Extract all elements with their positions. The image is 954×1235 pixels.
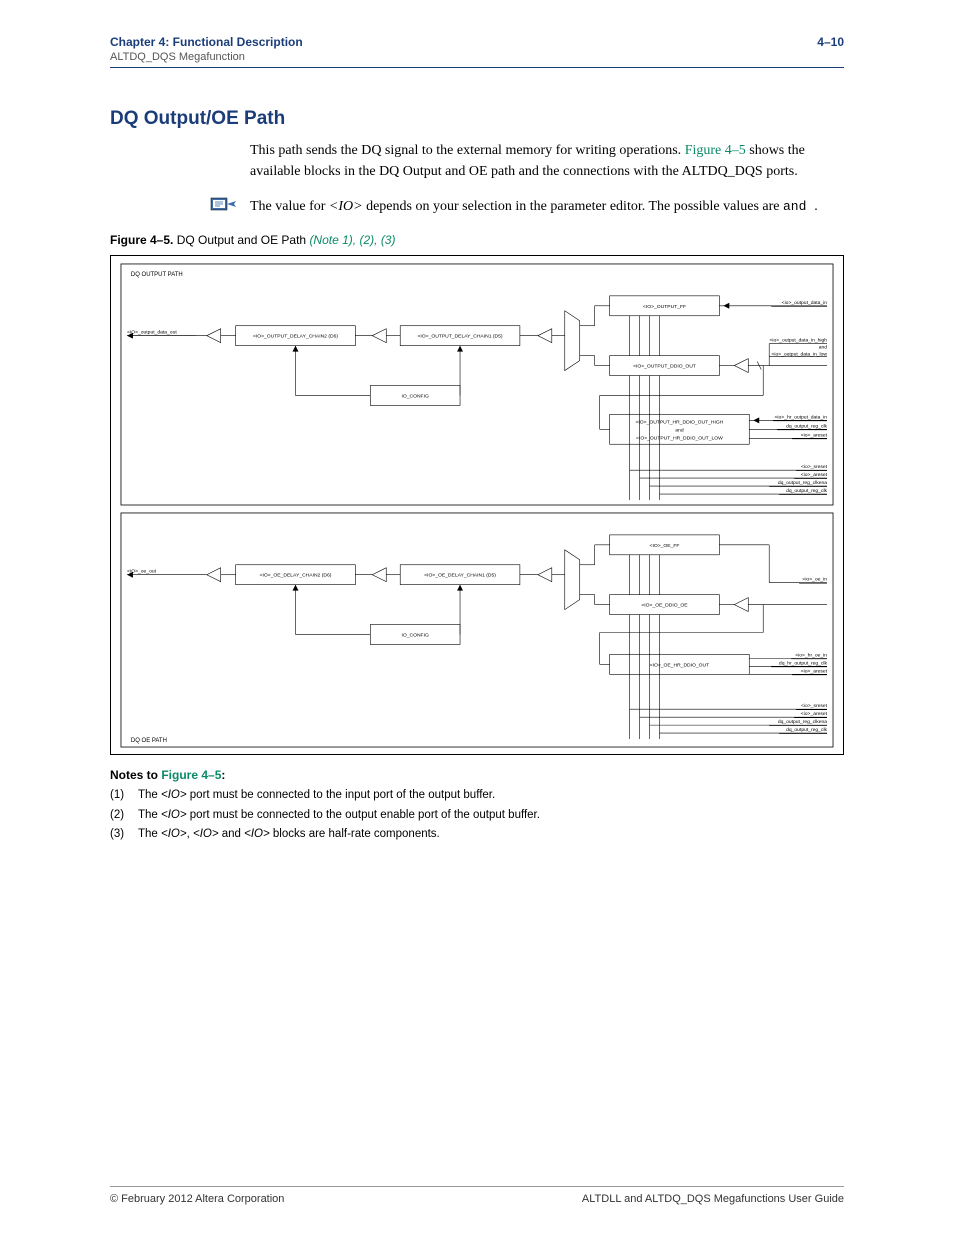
svg-text:<io>_output_data_in: <io>_output_data_in <box>782 300 828 306</box>
note-3: (3) The <IO>, <IO> and <IO> blocks are h… <box>110 825 844 845</box>
fig-num: Figure 4–5. <box>110 233 173 247</box>
page-number: 4–10 <box>817 35 844 63</box>
fig-title: DQ Output and OE Path <box>173 233 309 247</box>
svg-text:<IO>_OE_FF: <IO>_OE_FF <box>650 543 680 549</box>
page: Chapter 4: Functional Description ALTDQ_… <box>0 0 954 1235</box>
svg-text:and: and <box>819 345 828 351</box>
svg-text:dq_output_reg_clk: dq_output_reg_clk <box>786 727 827 733</box>
header-rule <box>110 67 844 68</box>
svg-text:<IO>_OUTPUT_HR_DDIO_OUT_HIGH: <IO>_OUTPUT_HR_DDIO_OUT_HIGH <box>636 419 724 425</box>
notes-heading: Notes to Figure 4–5: <box>110 768 844 782</box>
svg-text:<IO>_OE_DELAY_CHAIN1 (D5): <IO>_OE_DELAY_CHAIN1 (D5) <box>424 573 496 579</box>
svg-text:<io>_areset: <io>_areset <box>801 711 828 717</box>
page-header: Chapter 4: Functional Description ALTDQ_… <box>110 35 844 63</box>
note-text: The value for <IO> depends on your selec… <box>250 196 818 217</box>
svg-text:<io>_sreset: <io>_sreset <box>801 464 828 470</box>
block-diagram: DQ OUTPUT PATH <IO>_output_data_out <IO>… <box>110 255 844 755</box>
footer-right: ALTDLL and ALTDQ_DQS Megafunctions User … <box>582 1193 844 1205</box>
svg-text:<IO>_OUTPUT_FF: <IO>_OUTPUT_FF <box>643 304 686 310</box>
svg-text:<io>_areset: <io>_areset <box>801 668 828 674</box>
svg-text:<io>_output_data_in_high: <io>_output_data_in_high <box>770 338 828 344</box>
svg-text:dq_output_reg_clk: dq_output_reg_clk <box>786 488 827 494</box>
svg-text:<io>_areset: <io>_areset <box>801 472 828 478</box>
fig-note3-link[interactable]: (3) <box>381 233 396 247</box>
chapter-label: Chapter 4: Functional Description <box>110 35 303 49</box>
page-footer: © February 2012 Altera Corporation ALTDL… <box>110 1186 844 1205</box>
svg-text:<IO>_OE_DELAY_CHAIN2 (D6): <IO>_OE_DELAY_CHAIN2 (D6) <box>260 573 332 579</box>
svg-text:dq_hr_output_reg_clk: dq_hr_output_reg_clk <box>779 660 828 666</box>
notes-fig-link[interactable]: Figure 4–5 <box>161 768 221 782</box>
svg-text:DQ OUTPUT PATH: DQ OUTPUT PATH <box>131 272 183 278</box>
svg-text:<io>_hr_oe_in: <io>_hr_oe_in <box>795 652 827 658</box>
svg-text:IO_CONFIG: IO_CONFIG <box>401 632 428 638</box>
figure-caption: Figure 4–5. DQ Output and OE Path (Note … <box>110 233 844 247</box>
svg-text:dq_output_reg_clkena: dq_output_reg_clkena <box>778 480 827 486</box>
svg-text:<IO>_output_data_out: <IO>_output_data_out <box>127 330 177 336</box>
svg-text:<IO>_OUTPUT_DELAY_CHAIN1 (D5): <IO>_OUTPUT_DELAY_CHAIN1 (D5) <box>418 334 503 340</box>
svg-text:<IO>_OE_HR_DDIO_OUT: <IO>_OE_HR_DDIO_OUT <box>650 662 709 668</box>
fig-note2-link[interactable]: (2) <box>359 233 374 247</box>
svg-text:<IO>_OUTPUT_DELAY_CHAIN2 (D6): <IO>_OUTPUT_DELAY_CHAIN2 (D6) <box>253 334 338 340</box>
svg-text:<io>_oe_in: <io>_oe_in <box>802 577 827 583</box>
note-icon <box>210 196 238 212</box>
header-subtitle: ALTDQ_DQS Megafunction <box>110 51 303 63</box>
svg-text:<IO>_OUTPUT_DDIO_OUT: <IO>_OUTPUT_DDIO_OUT <box>633 364 696 370</box>
intro-paragraph: This path sends the DQ signal to the ext… <box>250 140 844 182</box>
fig-note1-link[interactable]: (Note 1) <box>309 233 352 247</box>
notes-list: (1) The <IO> port must be connected to t… <box>110 786 844 845</box>
note-2: (2) The <IO> port must be connected to t… <box>110 806 844 826</box>
note-1: (1) The <IO> port must be connected to t… <box>110 786 844 806</box>
svg-text:<IO>_OE_DDIO_OE: <IO>_OE_DDIO_OE <box>641 603 688 609</box>
svg-text:dq_output_reg_clk: dq_output_reg_clk <box>786 423 827 429</box>
svg-text:<io>_sreset: <io>_sreset <box>801 703 828 709</box>
svg-text:<io>_areset: <io>_areset <box>801 432 828 438</box>
svg-text:<io>_hr_output_data_in: <io>_hr_output_data_in <box>775 414 828 420</box>
note-callout: The value for <IO> depends on your selec… <box>110 196 844 217</box>
intro-text-1: This path sends the DQ signal to the ext… <box>250 143 681 158</box>
svg-text:<IO>_OUTPUT_HR_DDIO_OUT_LOW: <IO>_OUTPUT_HR_DDIO_OUT_LOW <box>636 435 723 441</box>
svg-text:and: and <box>675 427 684 433</box>
svg-text:dq_output_reg_clkena: dq_output_reg_clkena <box>778 719 827 725</box>
svg-text:DQ OE PATH: DQ OE PATH <box>131 738 167 744</box>
footer-left: © February 2012 Altera Corporation <box>110 1193 284 1205</box>
svg-text:IO_CONFIG: IO_CONFIG <box>401 393 428 399</box>
figure-link[interactable]: Figure 4–5 <box>685 143 746 158</box>
section-heading: DQ Output/OE Path <box>110 108 844 130</box>
